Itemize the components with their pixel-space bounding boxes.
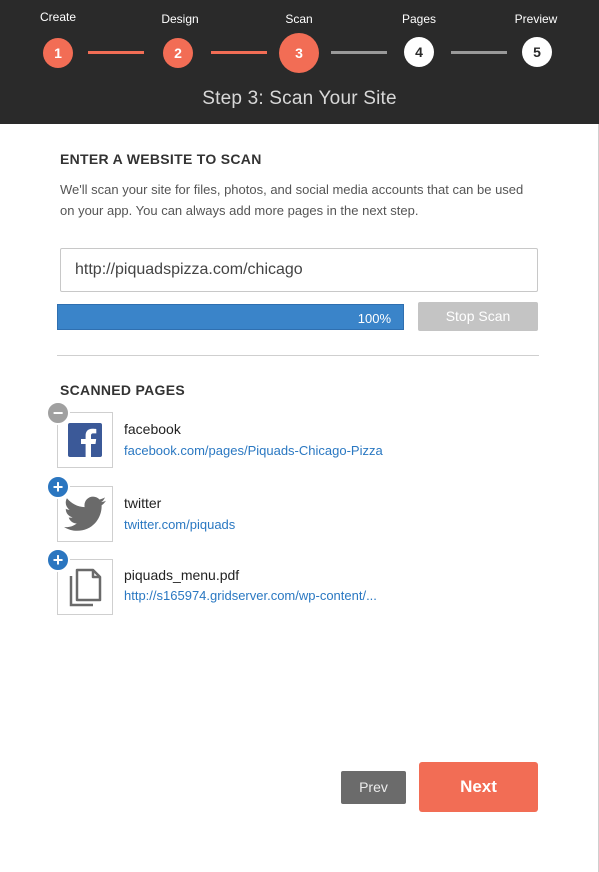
scanned-item-link[interactable]: http://s165974.gridserver.com/wp-content… [124,588,377,603]
step-label-design: Design [161,12,199,26]
step-title: Step 3: Scan Your Site [202,88,397,109]
scan-progress-bar: 100% [57,304,404,330]
next-button[interactable]: Next [419,762,538,812]
scanned-item-link[interactable]: twitter.com/piquads [124,517,235,532]
add-page-button[interactable]: + [46,475,70,499]
step-circle-3: 3 [279,33,319,73]
scanned-item-facebook: − facebook facebook.com/pages/Piquads-Ch… [46,401,557,470]
scan-progress-fill [58,305,403,329]
step-circle-5[interactable]: 5 [522,37,552,67]
scanned-item-link[interactable]: facebook.com/pages/Piquads-Chicago-Pizza [124,443,383,458]
website-url-input[interactable]: http://piquadspizza.com/chicago [60,248,538,292]
step-label-scan: Scan [285,12,313,26]
scanned-item-name: twitter [124,495,162,511]
scanned-pages-heading: SCANNED PAGES [60,382,185,398]
wizard-header: Create Design Scan Pages Preview 1 2 3 4… [0,0,599,124]
prev-button[interactable]: Prev [341,771,406,804]
step-circle-1[interactable]: 1 [43,38,73,68]
scanned-item-name: piquads_menu.pdf [124,567,240,583]
twitter-icon [64,496,106,531]
section-divider [57,355,539,356]
scan-heading: ENTER A WEBSITE TO SCAN [60,151,262,167]
facebook-icon [68,423,102,457]
stop-scan-button[interactable]: Stop Scan [418,302,538,331]
scan-progress-label: 100% [357,311,391,326]
step-label-create: Create [39,10,77,24]
step-connector-3-4 [331,51,387,54]
scanned-item-pdf: + piquads_menu.pdf http://s165974.gridse… [46,548,557,617]
scan-description: We'll scan your site for files, photos, … [60,182,524,218]
add-page-button[interactable]: + [46,548,70,572]
scanned-item-twitter: + twitter twitter.com/piquads [46,475,557,544]
step-circle-4[interactable]: 4 [404,37,434,67]
step-connector-2-3 [211,51,267,54]
remove-page-button[interactable]: − [46,401,70,425]
step-label-pages: Pages [401,12,437,26]
step-circle-2[interactable]: 2 [163,38,193,68]
scanned-item-name: facebook [124,421,181,437]
step-label-preview: Preview [514,12,558,26]
step-connector-1-2 [88,51,144,54]
step-connector-4-5 [451,51,507,54]
document-icon [69,568,102,607]
